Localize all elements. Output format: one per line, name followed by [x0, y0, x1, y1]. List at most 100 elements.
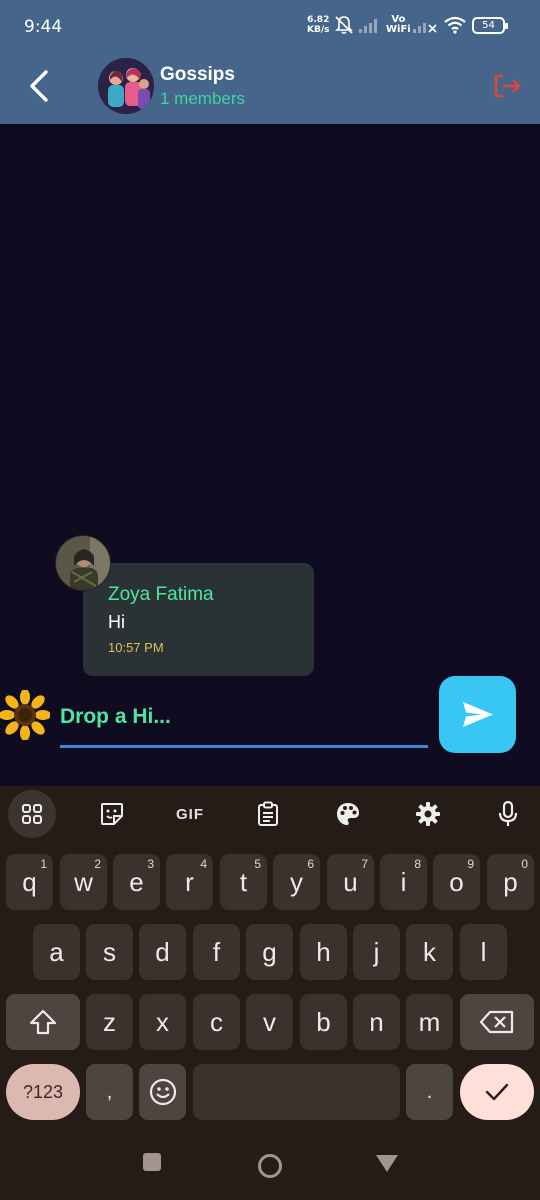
comma-label: ,	[106, 1080, 113, 1103]
gear-icon[interactable]	[404, 790, 452, 838]
palette-icon[interactable]	[324, 790, 372, 838]
mute-bell-icon	[335, 16, 353, 34]
enter-key[interactable]	[460, 1064, 534, 1120]
key-a[interactable]: a	[33, 924, 80, 980]
key-label: q	[22, 866, 37, 897]
backspace-icon	[479, 1010, 514, 1034]
backspace-key[interactable]	[460, 994, 534, 1050]
group-title: Gossips	[160, 64, 235, 85]
signal-bars-icon	[359, 19, 377, 33]
key-l[interactable]: l	[460, 924, 507, 980]
keyboard-toolbar: GIF	[0, 786, 540, 844]
apps-grid-icon[interactable]	[8, 790, 56, 838]
key-label: w	[74, 866, 93, 897]
key-hint: 1	[40, 857, 47, 871]
key-hint: 6	[307, 857, 314, 871]
back-triangle-icon[interactable]	[374, 1152, 400, 1174]
group-avatar[interactable]	[98, 58, 154, 114]
space-key[interactable]	[193, 1064, 400, 1120]
leave-group-icon[interactable]	[492, 72, 524, 100]
mic-icon[interactable]	[484, 790, 532, 838]
period-label: .	[426, 1080, 433, 1103]
key-s[interactable]: s	[86, 924, 133, 980]
key-x[interactable]: x	[139, 994, 186, 1050]
key-r[interactable]: r4	[166, 854, 213, 910]
key-label: p	[503, 866, 518, 897]
sender-avatar[interactable]	[55, 535, 111, 591]
member-count: 1 members	[160, 89, 246, 108]
send-button[interactable]	[439, 676, 516, 753]
signal-bars-x-icon	[413, 23, 437, 33]
key-hint: 0	[521, 857, 528, 871]
key-label: o	[449, 866, 464, 897]
key-m[interactable]: m	[406, 994, 453, 1050]
key-p[interactable]: p0	[487, 854, 534, 910]
key-v[interactable]: v	[246, 994, 293, 1050]
gif-button[interactable]: GIF	[166, 790, 214, 838]
key-hint: 4	[200, 857, 207, 871]
vowifi-bottom: WiFi	[386, 24, 411, 35]
key-y[interactable]: y6	[273, 854, 320, 910]
comma-key[interactable]: ,	[86, 1064, 133, 1120]
symbols-key[interactable]: ?123	[6, 1064, 80, 1120]
key-u[interactable]: u7	[327, 854, 374, 910]
send-icon	[463, 702, 493, 727]
key-j[interactable]: j	[353, 924, 400, 980]
key-g[interactable]: g	[246, 924, 293, 980]
sunflower-emoji-icon[interactable]	[0, 690, 50, 740]
key-n[interactable]: n	[353, 994, 400, 1050]
keyboard: GIF q 1 w 2 e 3 r 4 t 5 y 6 u 7 i 8 o 9 …	[0, 786, 540, 1128]
key-e[interactable]: e3	[113, 854, 160, 910]
key-hint: 8	[414, 857, 421, 871]
sticker-icon[interactable]	[88, 790, 136, 838]
check-icon	[485, 1083, 509, 1101]
message-text: Hi	[108, 612, 125, 632]
key-z[interactable]: z	[86, 994, 133, 1050]
key-label: i	[400, 866, 407, 897]
system-nav-bar	[0, 1128, 540, 1200]
gif-label: GIF	[176, 805, 204, 823]
shift-key[interactable]	[6, 994, 80, 1050]
key-label: u	[343, 866, 358, 897]
wifi-icon	[444, 16, 466, 34]
key-k[interactable]: k	[406, 924, 453, 980]
emoji-key[interactable]	[139, 1064, 186, 1120]
key-hint: 2	[94, 857, 101, 871]
key-q[interactable]: q1	[6, 854, 53, 910]
key-d[interactable]: d	[139, 924, 186, 980]
message-input[interactable]	[60, 700, 428, 734]
key-label: y	[290, 866, 303, 897]
emoji-icon	[149, 1078, 176, 1106]
key-label: e	[129, 866, 144, 897]
key-i[interactable]: i8	[380, 854, 427, 910]
key-hint: 9	[467, 857, 474, 871]
back-arrow-icon[interactable]	[22, 66, 58, 106]
key-w[interactable]: w2	[60, 854, 107, 910]
key-hint: 7	[361, 857, 368, 871]
clipboard-icon[interactable]	[244, 790, 292, 838]
period-key[interactable]: .	[406, 1064, 453, 1120]
key-f[interactable]: f	[193, 924, 240, 980]
key-h[interactable]: h	[300, 924, 347, 980]
key-o[interactable]: o9	[433, 854, 480, 910]
key-t[interactable]: t5	[220, 854, 267, 910]
key-b[interactable]: b	[300, 994, 347, 1050]
recents-icon[interactable]	[142, 1152, 162, 1172]
key-label: t	[239, 866, 248, 897]
vowifi-indicator: Vo WiFi	[386, 15, 411, 35]
app-bar: 9:44 6.82 KB/s Vo WiFi 54 Gossips 1 memb…	[0, 0, 540, 124]
status-time: 9:44	[24, 17, 63, 37]
home-icon[interactable]	[256, 1152, 284, 1180]
message-bubble[interactable]: Zoya Fatima Hi 10:57 PM	[83, 563, 314, 676]
network-rate: 6.82 KB/s	[307, 15, 329, 35]
key-hint: 3	[147, 857, 154, 871]
shift-icon	[29, 1009, 57, 1035]
message-timestamp: 10:57 PM	[108, 640, 164, 655]
status-bar: 9:44 6.82 KB/s Vo WiFi 54	[0, 0, 540, 52]
network-rate-value: 6.82	[307, 15, 330, 25]
battery-indicator: 54	[472, 17, 508, 34]
message-input-field[interactable]	[60, 690, 428, 748]
key-hint: 5	[254, 857, 261, 871]
network-rate-unit: KB/s	[307, 25, 330, 35]
key-c[interactable]: c	[193, 994, 240, 1050]
